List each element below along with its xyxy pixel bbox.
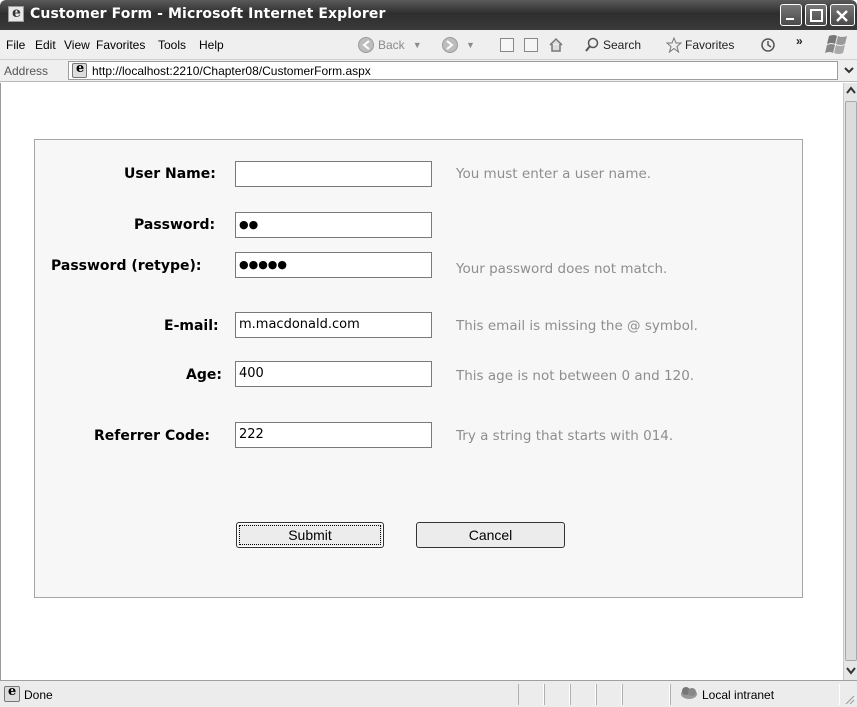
scroll-up-icon[interactable] [845,83,857,99]
forward-arrow-icon [442,37,458,53]
local-intranet-icon [681,687,697,699]
address-bar: Address http://localhost:2210/Chapter08/… [0,60,857,82]
back-label: Back [378,38,405,52]
toolbar-chevron[interactable]: » [796,32,803,50]
menu-tools[interactable]: Tools [158,38,186,52]
username-label: User Name: [124,166,216,182]
status-text: Done [24,688,53,702]
ie-app-icon [8,5,24,22]
page-icon [72,61,87,78]
password-retype-error: Your password does not match. [456,261,668,277]
close-icon [836,10,848,22]
address-dropdown-icon[interactable] [843,63,855,77]
password-retype-label: Password (retype): [51,258,202,274]
status-pane-4 [596,684,622,705]
username-error: You must enter a user name. [456,166,652,182]
password-retype-input[interactable]: ●●●●● [235,252,432,278]
status-pane-5 [622,684,670,705]
history-button[interactable] [760,36,776,54]
status-pane-3 [570,684,596,705]
stop-button[interactable] [500,36,514,54]
refresh-button[interactable] [524,36,538,54]
back-button[interactable]: Back ▼ [358,36,422,54]
scroll-down-icon[interactable] [845,662,857,678]
referrer-code-input[interactable]: 222 [235,422,432,448]
back-dropdown-icon: ▼ [412,40,422,50]
email-error: This email is missing the @ symbol. [456,318,698,334]
cancel-button[interactable]: Cancel [416,522,565,548]
menu-toolbar-bar: File Edit View Favorites Tools Help Back… [0,30,857,60]
scroll-thumb[interactable] [845,101,857,661]
age-label: Age: [186,367,222,383]
refresh-icon [524,38,538,52]
status-pane-1 [518,684,544,705]
forward-button[interactable]: ▼ [442,36,475,54]
search-button[interactable]: Search [584,36,641,54]
password-input[interactable]: ●● [235,212,432,238]
status-pane-2 [544,684,570,705]
page-done-icon [4,684,20,702]
resize-grip-icon[interactable] [843,693,855,705]
menu-view[interactable]: View [64,38,90,52]
home-button[interactable] [548,36,564,54]
address-url: http://localhost:2210/Chapter08/Customer… [92,64,371,78]
address-input[interactable]: http://localhost:2210/Chapter08/Customer… [68,61,838,80]
history-icon [761,38,775,52]
star-icon [666,37,682,53]
windows-logo-icon [825,35,847,54]
stop-icon [500,38,514,52]
title-bar: Customer Form - Microsoft Internet Explo… [0,0,857,30]
username-input[interactable] [235,161,432,187]
menu-help[interactable]: Help [199,38,224,52]
search-icon [585,37,599,52]
minimize-icon [786,18,794,20]
favorites-label: Favorites [685,38,735,52]
forward-dropdown-icon: ▼ [466,40,475,50]
address-label: Address [4,64,49,78]
email-label: E-mail: [164,318,219,334]
search-label: Search [603,38,642,52]
favorites-button[interactable]: Favorites [666,36,734,54]
menu-favorites[interactable]: Favorites [96,38,145,52]
vertical-scrollbar[interactable] [843,83,857,680]
referrer-code-error: Try a string that starts with 014. [456,428,674,444]
zone-text: Local intranet [702,688,775,702]
menu-file[interactable]: File [6,38,25,52]
maximize-icon [810,9,823,22]
email-input[interactable]: m.macdonald.com [235,312,432,338]
close-button[interactable] [830,4,855,26]
maximize-button[interactable] [805,4,827,26]
window-title: Customer Form - Microsoft Internet Explo… [30,6,386,22]
menu-edit[interactable]: Edit [35,38,56,52]
minimize-button[interactable] [780,4,802,26]
referrer-code-label: Referrer Code: [94,428,210,444]
password-label: Password: [134,217,216,233]
submit-button[interactable]: Submit [236,522,384,548]
home-icon [549,37,563,52]
status-bar: Done Local intranet [0,680,857,707]
age-input[interactable]: 400 [235,361,432,387]
age-error: This age is not between 0 and 120. [456,368,695,384]
back-arrow-icon [358,37,374,53]
